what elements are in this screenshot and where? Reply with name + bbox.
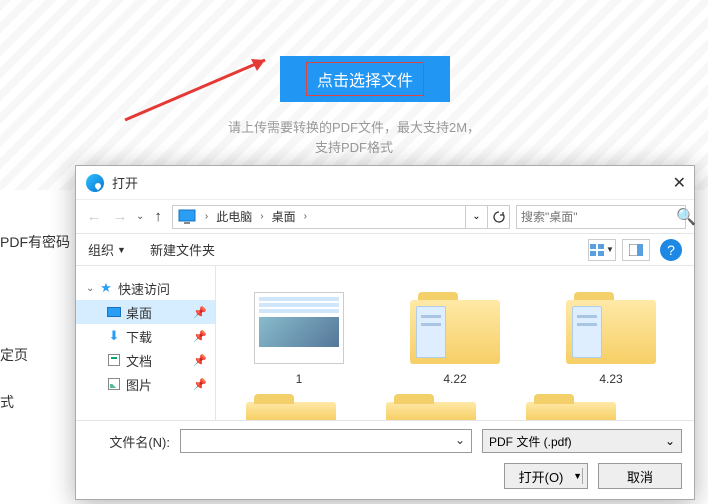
folder-icon[interactable]	[246, 402, 336, 420]
tree-quick-access[interactable]: ⌄ ★ 快速访问	[76, 276, 215, 300]
tree-item-pictures[interactable]: 图片 📌	[76, 372, 215, 396]
select-file-label: 点击选择文件	[306, 62, 424, 96]
chevron-right-icon[interactable]: ›	[201, 211, 212, 222]
nav-tree: ⌄ ★ 快速访问 桌面 📌 ⬇ 下载 📌 文档 📌 图片	[76, 266, 216, 420]
nav-up-icon[interactable]: ↑	[150, 208, 166, 225]
pin-icon: 📌	[193, 306, 207, 319]
nav-history-icon[interactable]: ⌄	[136, 211, 144, 222]
nav-forward-icon[interactable]: →	[110, 208, 130, 225]
thumbnails-icon	[590, 244, 604, 256]
preview-icon	[629, 244, 643, 256]
folder-icon[interactable]	[386, 402, 476, 420]
filename-input[interactable]	[180, 429, 472, 453]
chevron-right-icon[interactable]: ›	[300, 211, 311, 222]
file-name: 1	[246, 372, 352, 386]
filetype-label: PDF 文件 (.pdf)	[489, 433, 665, 450]
preview-pane-button[interactable]	[622, 239, 650, 261]
folder-icon[interactable]	[526, 402, 616, 420]
tree-item-desktop[interactable]: 桌面 📌	[76, 300, 215, 324]
star-icon: ★	[98, 280, 114, 296]
chevron-down-icon[interactable]: ▼	[573, 471, 582, 481]
open-button[interactable]: 打开(O) ▼	[504, 463, 588, 489]
file-item[interactable]: 4.23	[558, 292, 664, 386]
monitor-icon	[177, 207, 197, 227]
tree-label: 图片	[126, 375, 152, 394]
tree-label: 文档	[126, 351, 152, 370]
dialog-toolbar: 组织▼ 新建文件夹 ▼ ?	[76, 234, 694, 266]
chevron-down-icon: ⌄	[665, 434, 675, 448]
picture-icon	[108, 378, 120, 390]
help-icon[interactable]: ?	[660, 239, 682, 261]
file-item[interactable]: 1	[246, 292, 352, 386]
folder-icon	[410, 292, 500, 364]
dialog-footer: 文件名(N): PDF 文件 (.pdf) ⌄ 打开(O) ▼ 取消	[76, 420, 694, 499]
open-button-label: 打开(O)	[519, 467, 564, 486]
breadcrumb-dropdown-icon[interactable]: ⌄	[465, 206, 487, 228]
document-icon	[108, 354, 120, 366]
view-mode-button[interactable]: ▼	[588, 239, 616, 261]
tree-item-downloads[interactable]: ⬇ 下载 📌	[76, 324, 215, 348]
refresh-icon[interactable]	[487, 206, 509, 228]
filename-label: 文件名(N):	[88, 432, 170, 451]
filetype-select[interactable]: PDF 文件 (.pdf) ⌄	[482, 429, 682, 453]
pin-icon: 📌	[193, 378, 207, 391]
breadcrumb[interactable]: › 此电脑 › 桌面 › ⌄	[172, 205, 510, 229]
organize-button[interactable]: 组织▼	[88, 240, 126, 259]
tree-label: 快速访问	[118, 279, 170, 298]
search-icon[interactable]: 🔍	[676, 207, 692, 227]
cancel-button-label: 取消	[627, 467, 653, 486]
tree-item-documents[interactable]: 文档 📌	[76, 348, 215, 372]
upload-hint: 请上传需要转换的PDF文件，最大支持2M， 支持PDF格式	[0, 118, 708, 158]
desktop-icon	[107, 307, 121, 317]
file-item[interactable]: 4.22	[402, 292, 508, 386]
dialog-nav-row: ← → ⌄ ↑ › 此电脑 › 桌面 › ⌄ 🔍	[76, 200, 694, 234]
file-grid: 1 4.22 4.23	[216, 266, 694, 420]
pin-icon: 📌	[193, 354, 207, 367]
file-open-dialog: 打开 ✕ ← → ⌄ ↑ › 此电脑 › 桌面 › ⌄ 🔍 组织▼ 新建文件夹	[75, 165, 695, 500]
tree-label: 下载	[126, 327, 152, 346]
download-icon: ⬇	[106, 328, 122, 344]
folder-icon	[566, 292, 656, 364]
file-name: 4.22	[402, 372, 508, 386]
breadcrumb-item[interactable]: 此电脑	[212, 208, 256, 225]
nav-back-icon[interactable]: ←	[84, 208, 104, 225]
new-folder-button[interactable]: 新建文件夹	[150, 240, 215, 259]
dialog-titlebar: 打开 ✕	[76, 166, 694, 200]
tree-label: 桌面	[126, 303, 152, 322]
app-logo-icon	[86, 174, 104, 192]
select-file-button[interactable]: 点击选择文件	[280, 56, 450, 102]
search-input[interactable]: 🔍	[516, 205, 686, 229]
pin-icon: 📌	[193, 330, 207, 343]
file-thumbnail-icon	[254, 292, 344, 364]
close-icon[interactable]: ✕	[656, 173, 686, 193]
dialog-title: 打开	[112, 173, 656, 192]
breadcrumb-item[interactable]: 桌面	[268, 208, 300, 225]
page-text-fragment: 式	[0, 392, 14, 412]
page-text-fragment: 定页	[0, 345, 28, 365]
file-name: 4.23	[558, 372, 664, 386]
file-row-partial	[246, 402, 664, 420]
cancel-button[interactable]: 取消	[598, 463, 682, 489]
search-field[interactable]	[521, 210, 676, 224]
page-text-fragment: PDF有密码	[0, 232, 70, 252]
chevron-right-icon[interactable]: ›	[256, 211, 267, 222]
